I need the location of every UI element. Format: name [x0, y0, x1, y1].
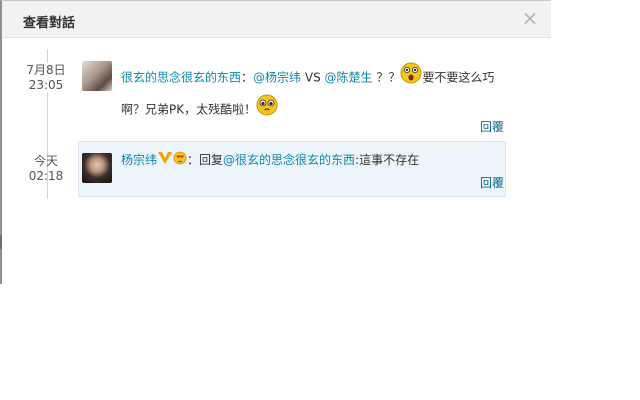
date-label: 7月8日 [26, 63, 66, 77]
message-text: 要不要这么巧 [422, 70, 495, 85]
surprised-face-icon [400, 62, 422, 94]
avatar[interactable] [82, 153, 112, 183]
mention-link[interactable]: @很玄的思念很玄的东西 [223, 153, 355, 167]
reply-button[interactable]: 回覆 [480, 174, 504, 191]
heart-face-badge-icon [173, 147, 187, 175]
colon-text: ： [241, 70, 254, 85]
page-edge-mark [0, 235, 2, 249]
message-date: 今天 02:18 [21, 154, 71, 184]
mention-link[interactable]: @杨宗纬 [253, 71, 301, 85]
author-link[interactable]: 杨宗纬 [121, 153, 157, 167]
message-body: 杨宗纬 ：回复@很玄的思念很玄的东西:這事不存在 [121, 146, 501, 175]
message-text: :這事不存在 [355, 153, 420, 167]
question-text: ？？ [372, 70, 401, 85]
message-text-line2: 啊？兄弟PK，太残酷啦！ [121, 102, 257, 117]
reply-prefix: ：回复 [187, 153, 224, 167]
author-link[interactable]: 很玄的思念很玄的东西 [121, 71, 241, 85]
mention-link[interactable]: @陈楚生 [325, 71, 373, 85]
date-label: 今天 [33, 154, 58, 168]
time-label: 02:18 [28, 169, 64, 183]
verified-v-badge-icon [157, 147, 173, 175]
avatar[interactable] [82, 61, 112, 91]
conversation-dialog: 查看對話 × 7月8日 23:05 很玄的思念很玄的东西：@杨宗纬 VS @陈楚… [0, 0, 551, 284]
close-icon[interactable]: × [520, 8, 540, 28]
reply-button[interactable]: 回覆 [480, 118, 504, 135]
dialog-header: 查看對話 × [2, 1, 551, 38]
message-body: 很玄的思念很玄的东西：@杨宗纬 VS @陈楚生 ？？ 要不要这么巧 啊？兄弟PK，… [121, 62, 501, 126]
crying-face-icon [256, 94, 278, 126]
vs-text: VS [301, 70, 325, 85]
message-date: 7月8日 23:05 [21, 63, 71, 93]
time-label: 23:05 [28, 78, 64, 92]
dialog-title: 查看對話 [23, 16, 76, 31]
